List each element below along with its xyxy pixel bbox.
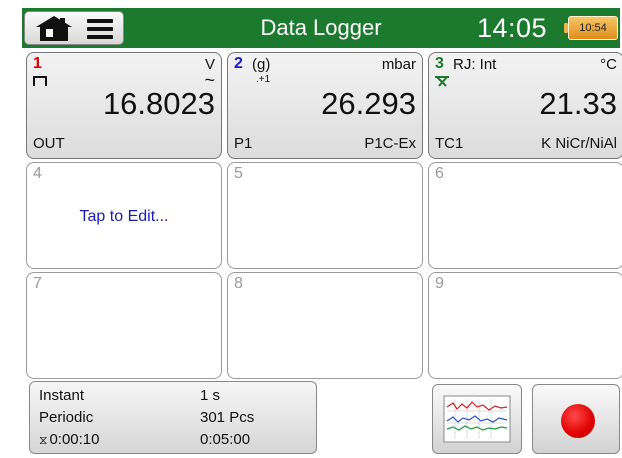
channel-number: 3 — [435, 55, 444, 72]
channel-number: 9 — [435, 275, 444, 292]
channel-tile-7[interactable]: 7 — [26, 272, 222, 379]
channel-number: 8 — [234, 275, 243, 292]
channel-tile-1[interactable]: 1 V ~ 16.8023 OUT — [26, 52, 222, 159]
logging-interval-value: 1 s — [200, 387, 221, 404]
channel-extra: .+1 — [256, 74, 271, 85]
home-icon — [36, 16, 72, 41]
elapsed-time: ⧖ 0:00:10 — [39, 431, 99, 448]
hamburger-menu-icon — [87, 19, 113, 39]
channel-number: 4 — [33, 165, 42, 182]
graph-view-button[interactable] — [432, 384, 522, 454]
logging-mode-label: Instant — [39, 387, 85, 404]
channel-tile-5[interactable]: 5 — [227, 162, 423, 269]
channel-subtitle: RJ: Int — [453, 56, 497, 73]
logging-settings-panel[interactable]: Instant 1 s Periodic 301 Pcs ⧖ 0:00:10 0:… — [29, 381, 317, 454]
tilde-ac-icon: ~ — [204, 70, 215, 90]
pulse-output-icon — [33, 76, 47, 86]
clock: 14:05 — [477, 13, 548, 43]
hourglass-icon: ⧖ — [39, 433, 48, 447]
record-icon — [561, 404, 595, 438]
channel-sensor-type: K NiCr/NiAl — [541, 135, 617, 152]
channel-tile-2[interactable]: 2 (g) .+1 mbar 26.293 P1 P1C-Ex — [227, 52, 423, 159]
logging-type-label: Periodic — [39, 409, 94, 426]
channel-unit: °C — [600, 56, 617, 73]
channel-tile-3[interactable]: 3 RJ: Int °C 21.33 TC1 K NiCr/NiAl — [428, 52, 622, 159]
tap-to-edit-link[interactable]: Tap to Edit... — [27, 208, 221, 226]
channel-number: 2 — [234, 55, 243, 72]
channel-function: P1 — [234, 135, 253, 152]
total-duration: 0:05:00 — [200, 431, 251, 448]
channel-module: P1C-Ex — [364, 135, 416, 152]
channel-number: 6 — [435, 165, 444, 182]
channel-tile-6[interactable]: 6 — [428, 162, 622, 269]
elapsed-value: 0:00:10 — [49, 431, 100, 448]
record-button[interactable] — [532, 384, 620, 454]
channel-value: 16.8023 — [102, 86, 215, 121]
channel-tile-4[interactable]: 4 Tap to Edit... — [26, 162, 222, 269]
logging-count-value: 301 Pcs — [200, 409, 255, 426]
channel-value: 21.33 — [539, 86, 617, 121]
channel-tile-8[interactable]: 8 — [227, 272, 423, 379]
channel-value: 26.293 — [321, 86, 416, 121]
channel-subtitle: (g) — [252, 56, 271, 73]
channel-tile-9[interactable]: 9 — [428, 272, 622, 379]
channel-number: 1 — [33, 55, 42, 72]
channel-function: TC1 — [435, 135, 464, 152]
battery-indicator: 10:54 — [564, 16, 618, 40]
channel-function: OUT — [33, 135, 65, 152]
channel-unit: mbar — [381, 56, 416, 73]
channel-number: 5 — [234, 165, 243, 182]
home-menu-button[interactable] — [24, 11, 124, 45]
channel-number: 7 — [33, 275, 42, 292]
thermocouple-icon — [435, 76, 449, 87]
graph-view-icon — [443, 395, 511, 443]
header-bar: Data Logger 14:05 10:54 — [22, 8, 620, 48]
